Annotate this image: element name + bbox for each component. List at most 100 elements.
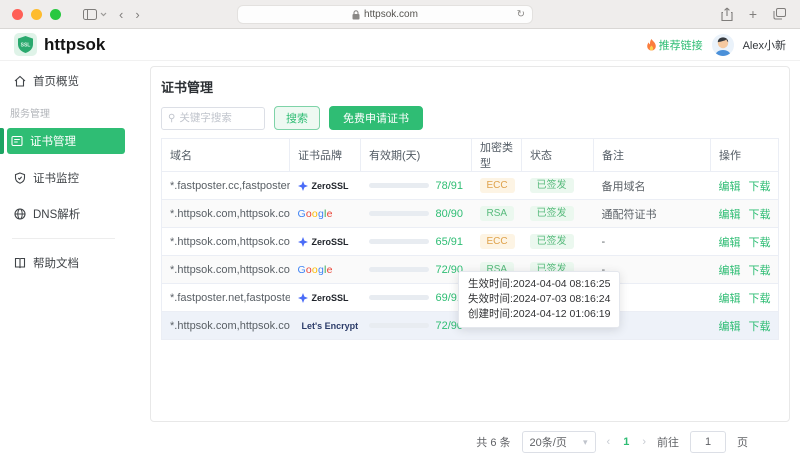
zoom-window-button[interactable]: [50, 9, 61, 20]
close-window-button[interactable]: [12, 9, 23, 20]
chevron-down-icon: ▾: [583, 437, 588, 448]
lock-icon: [352, 10, 360, 20]
cell-encryption: ECC: [472, 228, 522, 256]
brand-label: ZeroSSL: [312, 237, 349, 247]
cell-actions: 编辑下载删除: [711, 228, 779, 256]
address-bar[interactable]: httpsok.com ↻: [237, 5, 533, 24]
next-page-button[interactable]: ›: [642, 436, 646, 448]
minimize-window-button[interactable]: [31, 9, 42, 20]
page-size-select[interactable]: 20条/页 ▾: [522, 431, 596, 453]
cell-actions: 编辑下载删除: [711, 284, 779, 312]
download-link[interactable]: 下载: [749, 181, 771, 193]
apply-cert-button[interactable]: 免费申请证书: [329, 106, 423, 130]
goto-page-input[interactable]: [690, 431, 726, 453]
sidebar-section-services: 服务管理: [10, 105, 127, 120]
google-logo: Google: [298, 264, 333, 276]
validity-progress-bar: [369, 183, 429, 188]
download-link[interactable]: 下载: [749, 293, 771, 305]
download-link[interactable]: 下载: [749, 265, 771, 277]
sidebar-icon: [83, 9, 97, 20]
chevron-down-icon: [100, 12, 107, 17]
page-size-value: 20条/页: [530, 434, 567, 450]
main-content: 证书管理 ⚲ 搜索 免费申请证书 域名 证书品牌 有: [127, 61, 800, 460]
new-tab-button[interactable]: +: [749, 6, 757, 22]
pagination: 共 6 条 20条/页 ▾ ‹ 1 › 前往 页: [150, 431, 790, 453]
status-badge: 已签发: [530, 206, 574, 221]
sidebar-item-label: 证书监控: [33, 170, 79, 186]
download-link[interactable]: 下载: [749, 321, 771, 333]
svg-text:SSL: SSL: [21, 43, 31, 49]
cell-actions: 编辑下载删除: [711, 200, 779, 228]
cell-validity: 65/91: [361, 228, 472, 256]
edit-link[interactable]: 编辑: [719, 265, 741, 277]
edit-link[interactable]: 编辑: [719, 293, 741, 305]
google-logo: Google: [298, 208, 333, 220]
search-icon: ⚲: [168, 113, 175, 124]
cell-status: 已签发: [522, 228, 594, 256]
sidebar-divider: [12, 238, 115, 239]
cell-encryption: RSA: [472, 200, 522, 228]
search-input[interactable]: [179, 112, 258, 124]
shield-icon: [14, 172, 26, 184]
cell-validity: 78/91: [361, 172, 472, 200]
sidebar-item-label: 首页概览: [33, 73, 79, 89]
edit-link[interactable]: 编辑: [719, 181, 741, 193]
username: Alex小新: [743, 37, 786, 53]
edit-link[interactable]: 编辑: [719, 209, 741, 221]
status-badge: 已签发: [530, 234, 574, 249]
cell-validity: 69/91: [361, 284, 472, 312]
current-page[interactable]: 1: [623, 436, 629, 448]
search-box: ⚲: [161, 107, 265, 130]
sidebar-item-home[interactable]: 首页概览: [10, 69, 119, 93]
tab-overview-icon[interactable]: [773, 8, 786, 20]
brand-logo[interactable]: SSL httpsok: [14, 33, 105, 56]
cell-status: 已签发: [522, 172, 594, 200]
promo-link[interactable]: 推荐链接: [647, 37, 703, 53]
fire-icon: [647, 39, 656, 51]
col-encryption: 加密类型: [472, 139, 522, 172]
col-domain: 域名: [162, 139, 290, 172]
cell-actions: 编辑下载删除: [711, 172, 779, 200]
browser-chrome: ‹ › httpsok.com ↻ +: [0, 0, 800, 29]
toolbar: ⚲ 搜索 免费申请证书: [161, 106, 779, 130]
total-count: 共 6 条: [476, 434, 510, 450]
cell-brand: ZeroSSL: [290, 284, 361, 312]
validity-progress-bar: [369, 239, 429, 244]
sidebar-item-dns[interactable]: DNS解析: [10, 202, 119, 226]
download-link[interactable]: 下载: [749, 237, 771, 249]
browser-sidebar-toggle[interactable]: [83, 9, 107, 20]
status-badge: 已签发: [530, 178, 574, 193]
cell-brand: ZeroSSL: [290, 172, 361, 200]
brand-label: ZeroSSL: [312, 293, 349, 303]
cell-domain: *.httpsok.com,httpsok.com: [162, 312, 290, 340]
edit-link[interactable]: 编辑: [719, 237, 741, 249]
tooltip-effective-time: 生效时间:2024-04-04 08:16:25: [468, 277, 610, 292]
url-text: httpsok.com: [364, 9, 418, 20]
validity-progress-bar: [369, 323, 429, 328]
cell-domain: *.httpsok.com,httpsok.com: [162, 228, 290, 256]
forward-button[interactable]: ›: [135, 7, 139, 22]
sidebar-item-label: DNS解析: [33, 206, 80, 222]
cell-domain: *.httpsok.com,httpsok.com: [162, 256, 290, 284]
encryption-badge: ECC: [480, 234, 515, 249]
sidebar-item-cert-management[interactable]: 证书管理: [7, 128, 125, 154]
sidebar-item-help[interactable]: 帮助文档: [10, 251, 119, 275]
prev-page-button[interactable]: ‹: [607, 436, 611, 448]
traffic-lights: [12, 9, 61, 20]
encryption-badge: RSA: [480, 206, 515, 221]
search-button[interactable]: 搜索: [274, 106, 320, 130]
cell-actions: 编辑下载删除: [711, 256, 779, 284]
certificate-icon: [11, 135, 23, 147]
cell-validity: 72/90: [361, 312, 472, 340]
sidebar: 首页概览 服务管理 证书管理 证书监控 DNS解析 帮助文档: [0, 61, 127, 460]
cell-brand: Google: [290, 256, 361, 284]
reload-icon[interactable]: ↻: [517, 9, 525, 20]
share-icon[interactable]: [721, 7, 733, 21]
sidebar-item-cert-monitor[interactable]: 证书监控: [10, 166, 119, 190]
cell-validity: 80/90: [361, 200, 472, 228]
edit-link[interactable]: 编辑: [719, 321, 741, 333]
avatar[interactable]: [712, 34, 734, 56]
back-button[interactable]: ‹: [119, 7, 123, 22]
download-link[interactable]: 下载: [749, 209, 771, 221]
home-icon: [14, 75, 26, 87]
